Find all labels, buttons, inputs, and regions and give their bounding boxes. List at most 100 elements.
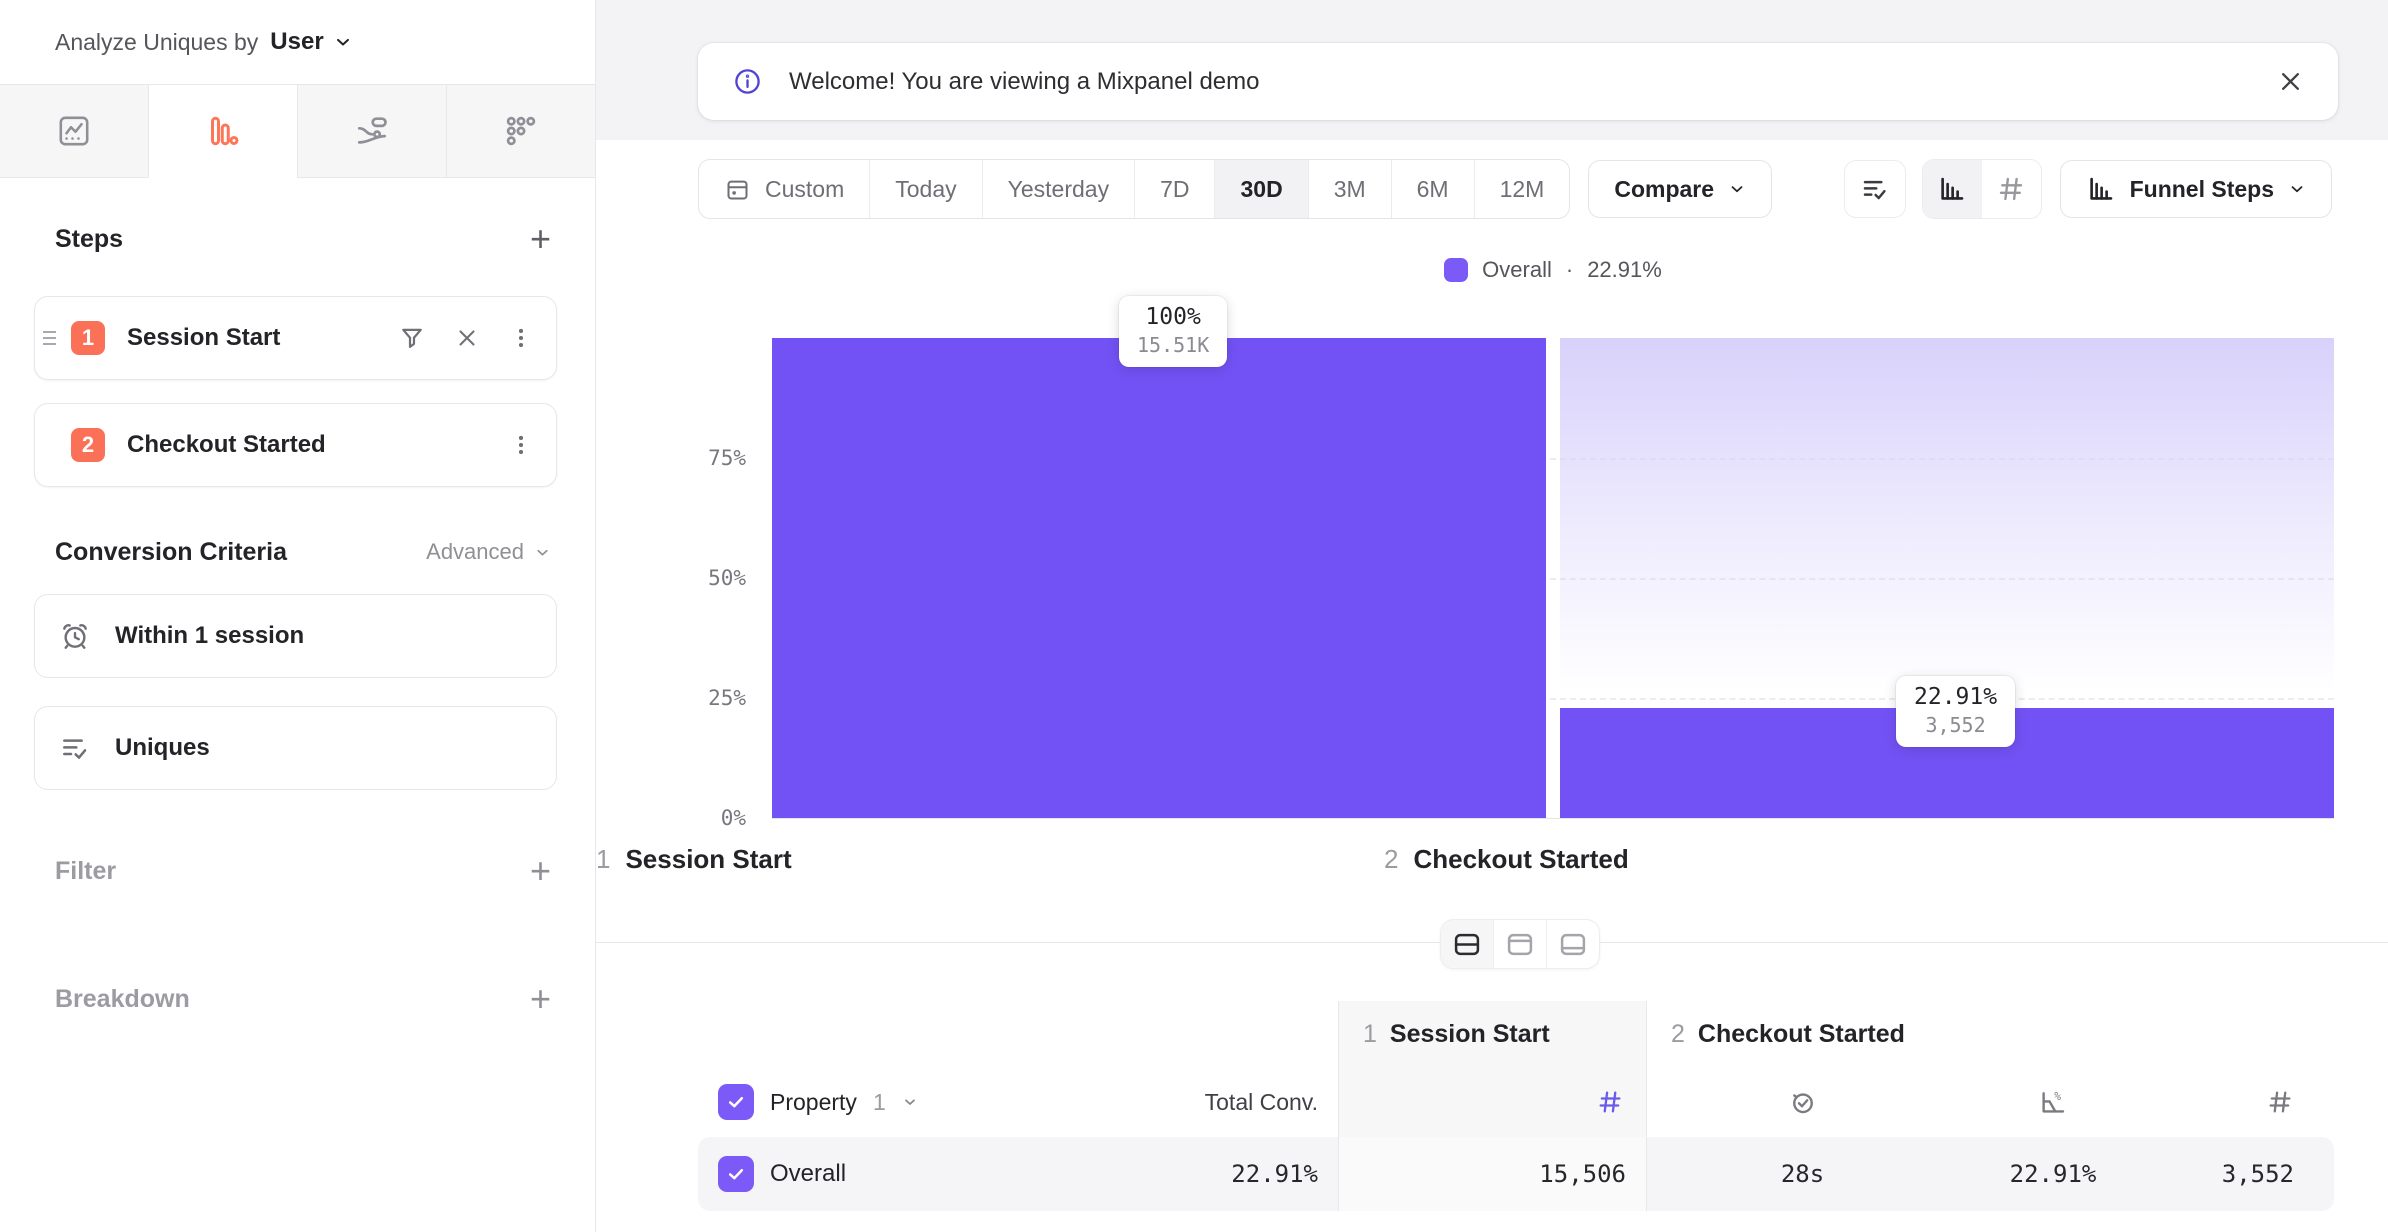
range-today[interactable]: Today (870, 160, 982, 218)
step-name: Checkout Started (127, 431, 508, 459)
avg-time-header[interactable] (1646, 1067, 1958, 1137)
clock-check-icon (1788, 1087, 1818, 1117)
funnel-steps-dropdown[interactable]: Funnel Steps (2060, 160, 2332, 218)
conversion-rate-header[interactable]: % (1958, 1067, 2148, 1137)
conversion-rate-icon: % (2038, 1087, 2068, 1117)
row-name-cell: Overall (698, 1137, 1138, 1211)
add-breakdown-button[interactable]: + (530, 984, 551, 1014)
total-conv-header[interactable]: Total Conv. (1138, 1067, 1338, 1137)
mixpanel-funnels-app: Analyze Uniques by User (0, 0, 2388, 1232)
hash-icon[interactable] (1982, 160, 2041, 218)
flow-icon (354, 113, 390, 149)
counting-method-label: Uniques (115, 734, 210, 762)
count-value: 3,552 (2148, 1137, 2334, 1211)
session-count-value: 15,506 (1338, 1137, 1646, 1211)
chevron-down-icon (333, 32, 353, 52)
toolbar: Custom Today Yesterday 7D 30D 3M 6M 12M … (698, 160, 2332, 218)
view-tab-bar (0, 84, 595, 178)
y-axis-tick: 75% (684, 446, 746, 470)
table-group-header: 1 Session Start 2 Checkout Started (698, 1001, 2334, 1067)
range-7d[interactable]: 7D (1135, 160, 1215, 218)
chevron-down-icon (2288, 180, 2306, 198)
tab-retention[interactable] (446, 85, 595, 178)
step-card-2[interactable]: 2 Checkout Started (34, 403, 557, 487)
analyze-label: Analyze Uniques by (55, 29, 258, 56)
step-name: Session Start (127, 324, 398, 352)
conversion-criteria-title: Conversion Criteria (55, 538, 287, 567)
legend-value: 22.91% (1587, 257, 1662, 283)
chevron-down-icon (902, 1094, 918, 1110)
select-all-checkbox[interactable] (718, 1084, 754, 1120)
property-selector[interactable]: Property 1 (698, 1067, 1138, 1137)
steps-section-header: Steps + (55, 222, 551, 256)
hash-icon (2266, 1088, 2294, 1116)
filter-step-icon[interactable] (398, 324, 426, 352)
hash-icon (1596, 1088, 1624, 1116)
compare-button[interactable]: Compare (1588, 160, 1772, 218)
layout-toggle (1440, 919, 1600, 969)
row-checkbox[interactable] (718, 1156, 754, 1192)
demo-banner: Welcome! You are viewing a Mixpanel demo (698, 43, 2338, 120)
tab-flows[interactable] (297, 85, 446, 178)
legend-swatch (1444, 258, 1468, 282)
bar-tooltip-1: 100% 15.51K (1119, 296, 1227, 367)
bar-tooltip-2: 22.91% 3,552 (1896, 676, 2015, 747)
range-12m[interactable]: 12M (1475, 160, 1570, 218)
range-6m[interactable]: 6M (1392, 160, 1475, 218)
report-main: Welcome! You are viewing a Mixpanel demo (596, 0, 2388, 1232)
y-axis-tick: 0% (684, 806, 746, 830)
drag-handle-icon[interactable] (43, 327, 56, 349)
breakdown-table: 1 Session Start 2 Checkout Started Prope… (698, 1001, 2334, 1211)
step-label-2: 2 Checkout Started (1384, 844, 1629, 875)
conversion-window-label: Within 1 session (115, 622, 304, 650)
date-range-group: Custom Today Yesterday 7D 30D 3M 6M 12M (698, 159, 1570, 219)
step-number-badge: 1 (71, 321, 105, 355)
add-filter-button[interactable]: + (530, 856, 551, 886)
split-view-icon[interactable] (1441, 920, 1493, 968)
group-header-checkout-started: 2 Checkout Started (1646, 1001, 2334, 1067)
plot-area: 100% 15.51K 22.91% 3,552 (772, 338, 2334, 819)
count-header[interactable] (2148, 1067, 2334, 1137)
banner-strip: Welcome! You are viewing a Mixpanel demo (596, 0, 2388, 140)
remove-step-icon[interactable] (454, 325, 480, 351)
session-count-sort-header[interactable] (1338, 1067, 1646, 1137)
tab-funnels[interactable] (148, 85, 297, 178)
step-card-1[interactable]: 1 Session Start (34, 296, 557, 380)
y-axis-tick: 50% (684, 566, 746, 590)
chart-legend[interactable]: Overall · 22.91% (772, 256, 2334, 284)
breakdown-section-header: Breakdown + (55, 982, 551, 1016)
breakdown-title: Breakdown (55, 985, 190, 1014)
info-icon (732, 66, 763, 97)
bar-chart-icon[interactable] (1923, 160, 1982, 218)
banner-message: Welcome! You are viewing a Mixpanel demo (789, 68, 2251, 96)
funnel-chart: 75% 50% 25% 0% 100% 15.51K 22.91% (596, 338, 2388, 890)
analyze-by-dropdown[interactable]: User (270, 28, 352, 56)
range-3m[interactable]: 3M (1309, 160, 1392, 218)
funnel-bar-1[interactable] (772, 338, 1546, 818)
conversion-window-card[interactable]: Within 1 session (34, 594, 557, 678)
avg-time-value: 28s (1646, 1137, 1958, 1211)
calendar-icon (724, 176, 751, 203)
close-icon[interactable] (2277, 68, 2304, 95)
table-only-view-icon[interactable] (1546, 920, 1599, 968)
range-yesterday[interactable]: Yesterday (983, 160, 1135, 218)
table-row-overall[interactable]: Overall 22.91% 15,506 28s 22.91% 3,552 (698, 1137, 2334, 1211)
chart-only-view-icon[interactable] (1493, 920, 1546, 968)
value-format-toggle (1922, 159, 2042, 219)
step-number-badge: 2 (71, 428, 105, 462)
step-menu-icon[interactable] (508, 325, 534, 351)
legend-label: Overall (1482, 257, 1552, 283)
tab-insights[interactable] (0, 85, 148, 178)
advanced-dropdown[interactable]: Advanced (426, 539, 551, 565)
add-step-button[interactable]: + (530, 224, 551, 254)
range-custom[interactable]: Custom (699, 160, 870, 218)
filter-title: Filter (55, 857, 116, 886)
step-menu-icon[interactable] (508, 432, 534, 458)
counting-method-card[interactable]: Uniques (34, 706, 557, 790)
table-column-header: Property 1 Total Conv. (698, 1067, 2334, 1137)
chevron-down-icon (534, 544, 551, 561)
metrics-list-button[interactable] (1844, 160, 1906, 218)
range-30d[interactable]: 30D (1215, 160, 1308, 218)
filter-section-header: Filter + (55, 854, 551, 888)
query-sidebar: Analyze Uniques by User (0, 0, 596, 1232)
